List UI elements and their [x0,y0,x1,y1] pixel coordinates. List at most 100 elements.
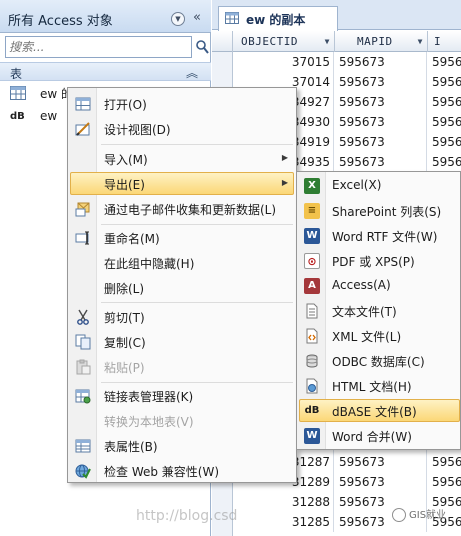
export-item-excel[interactable]: X Excel(X) [299,174,460,197]
table-icon [225,12,239,24]
menu-item-label: dBASE 文件(B) [332,405,417,419]
menu-item-paste[interactable]: 粘贴(P) [70,355,294,378]
menu-item-open[interactable]: 打开(O) [70,92,294,115]
table-cell-mapid[interactable]: 595673 [335,132,427,152]
chevron-up-icon[interactable]: ︽ [186,64,198,81]
table-cell-third[interactable]: 5956 [428,132,461,152]
menu-item-label: 删除(L) [104,282,145,296]
table-cell-third[interactable]: 5956 [428,72,461,92]
select-all-corner[interactable] [212,31,233,52]
export-item-pdf-xps[interactable]: ⊙ PDF 或 XPS(P) [299,249,460,272]
export-item-access[interactable]: A Access(A) [299,274,460,297]
table-cell-mapid[interactable]: 595673 [335,152,427,172]
scissors-icon [77,309,89,325]
collect-email-icon [75,202,90,217]
search-input[interactable] [6,37,191,57]
sort-dropdown-icon[interactable]: ▼ [418,31,423,52]
table-cell-third[interactable]: 5956 [428,452,461,472]
search-icon[interactable] [195,38,209,56]
tab-document[interactable]: ew 的副本 [218,6,338,31]
table-properties-icon [75,439,91,453]
menu-item-table-properties[interactable]: 表属性(B) [70,434,294,457]
table-cell-mapid[interactable]: 595673 [335,52,427,72]
menu-item-label: 导出(E) [104,178,145,192]
table-cell-mapid[interactable]: 595673 [335,92,427,112]
nav-pane-header[interactable]: 所有 Access 对象 ▼ « [0,0,211,33]
table-cell-objectid[interactable]: 31288 [233,492,334,512]
menu-item-delete[interactable]: 删除(L) [70,276,294,299]
menu-item-label: XML 文件(L) [332,330,402,344]
nav-pane-dropdown-icon[interactable]: ▼ [171,12,185,26]
group-header-tables[interactable]: 表 ︽ [0,62,211,81]
table-cell-third[interactable]: 5956 [428,152,461,172]
menu-item-label: 转换为本地表(V) [104,415,194,429]
menu-item-label: 通过电子邮件收集和更新数据(L) [104,203,277,217]
odbc-icon [306,354,318,368]
menu-item-label: 设计视图(D) [104,123,171,137]
word-merge-icon: W [304,428,320,444]
menu-item-convert-local[interactable]: 转换为本地表(V) [70,409,294,432]
watermark-badge: GIS就业 [392,506,446,522]
menu-item-label: PDF 或 XPS(P) [332,255,415,269]
sharepoint-icon: ≡ [304,203,320,219]
table-cell-third[interactable]: 5956 [428,112,461,132]
column-header-mapid[interactable]: MAPID ▼ [335,31,428,52]
menu-item-rename[interactable]: 重命名(M) [70,226,294,249]
paste-icon [76,359,91,375]
table-cell-third[interactable]: 5956 [428,92,461,112]
group-label: 表 [10,67,23,81]
nav-search-box[interactable] [5,36,192,58]
menu-item-label: 检查 Web 兼容性(W) [104,465,220,479]
export-item-word-rtf[interactable]: W Word RTF 文件(W) [299,224,460,247]
menu-item-label: Access(A) [332,278,391,292]
menu-item-design-view[interactable]: 设计视图(D) [70,117,294,140]
menu-item-cut[interactable]: 剪切(T) [70,305,294,328]
export-item-text-file[interactable]: 文本文件(T) [299,299,460,322]
sort-dropdown-icon[interactable]: ▼ [325,31,330,52]
access-icon: A [304,278,320,294]
table-cell-mapid[interactable]: 595673 [335,72,427,92]
table-cell-mapid[interactable]: 595673 [335,472,427,492]
menu-item-linked-table-manager[interactable]: 链接表管理器(K) [70,384,294,407]
menu-item-hide-in-group[interactable]: 在此组中隐藏(H) [70,251,294,274]
nav-pane-title[interactable]: 所有 Access 对象 [8,10,113,29]
table-cell-third[interactable]: 5956 [428,472,461,492]
menu-separator [101,144,293,145]
table-cell-third[interactable]: 5956 [428,52,461,72]
export-item-odbc[interactable]: ODBC 数据库(C) [299,349,460,372]
submenu-arrow-icon: ▶ [281,153,288,162]
word-rtf-icon: W [304,228,320,244]
menu-item-label: 导入(M) [104,153,148,167]
menu-item-label: Word RTF 文件(W) [332,230,438,244]
column-header-row: OBJECTID ▼ MAPID ▼ I [212,31,461,52]
wechat-icon [392,508,406,522]
menu-item-import[interactable]: 导入(M) ▶ [70,147,294,170]
export-item-xml-file[interactable]: XML 文件(L) [299,324,460,347]
watermark-url: http://blog.csd [136,508,238,524]
menu-item-label: Excel(X) [332,178,382,192]
export-item-sharepoint[interactable]: ≡ SharePoint 列表(S) [299,199,460,222]
export-submenu: X Excel(X) ≡ SharePoint 列表(S) W Word RTF… [296,171,461,450]
menu-item-copy[interactable]: 复制(C) [70,330,294,353]
table-cell-mapid[interactable]: 595673 [335,112,427,132]
menu-item-label: 表属性(B) [104,440,158,454]
menu-item-label: 链接表管理器(K) [104,390,194,404]
menu-item-label: 文本文件(T) [332,305,397,319]
export-item-dbase[interactable]: dB dBASE 文件(B) [299,399,460,422]
column-header-objectid[interactable]: OBJECTID ▼ [233,31,335,52]
dbase-table-icon: dB [10,111,25,122]
menu-item-collect-email[interactable]: 通过电子邮件收集和更新数据(L) [70,197,294,220]
column-header-label: OBJECTID [241,35,298,48]
menu-item-label: SharePoint 列表(S) [332,205,442,219]
menu-item-export[interactable]: 导出(E) ▶ [70,172,294,195]
menu-separator [101,224,293,225]
export-item-word-merge[interactable]: W Word 合并(W) [299,424,460,447]
table-cell-objectid[interactable]: 31285 [233,512,334,532]
table-cell-objectid[interactable]: 37015 [233,52,334,72]
menu-item-check-web-compat[interactable]: 检查 Web 兼容性(W) [70,459,294,482]
column-header-label: MAPID [357,35,393,48]
export-item-html[interactable]: HTML 文档(H) [299,374,460,397]
table-cell-mapid[interactable]: 595673 [335,452,427,472]
collapse-pane-icon[interactable]: « [193,10,201,25]
column-header-third[interactable]: I [428,31,461,52]
